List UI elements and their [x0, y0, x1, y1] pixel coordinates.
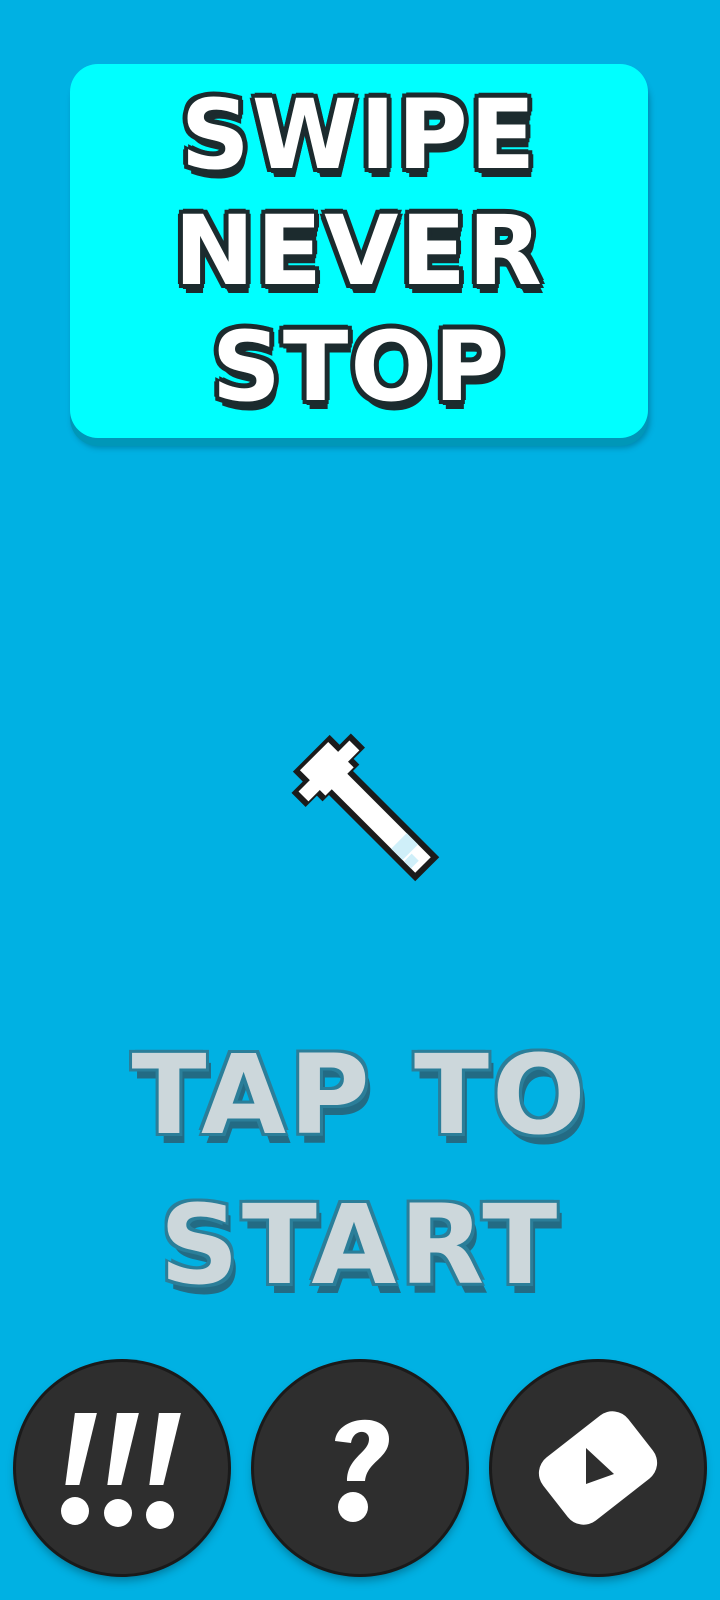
video-button[interactable]: [492, 1362, 704, 1574]
title-line-1: SWIPE: [180, 79, 538, 191]
game-title-panel: SWIPE NEVER STOP: [70, 64, 648, 438]
exclamations-icon: [61, 1413, 181, 1529]
tap-to-start-prompt[interactable]: TAP TO START: [0, 1020, 720, 1320]
tap-to-start-line-2: START: [159, 1181, 561, 1309]
help-button[interactable]: [254, 1362, 466, 1574]
alerts-button[interactable]: [16, 1362, 228, 1574]
tap-to-start-line-1: TAP TO: [131, 1031, 589, 1159]
title-line-2: NEVER: [174, 195, 544, 307]
pixel-arrow-cursor-icon: [270, 712, 460, 902]
title-line-3: STOP: [211, 311, 507, 423]
question-icon: [335, 1419, 389, 1522]
video-play-icon: [538, 1411, 658, 1525]
